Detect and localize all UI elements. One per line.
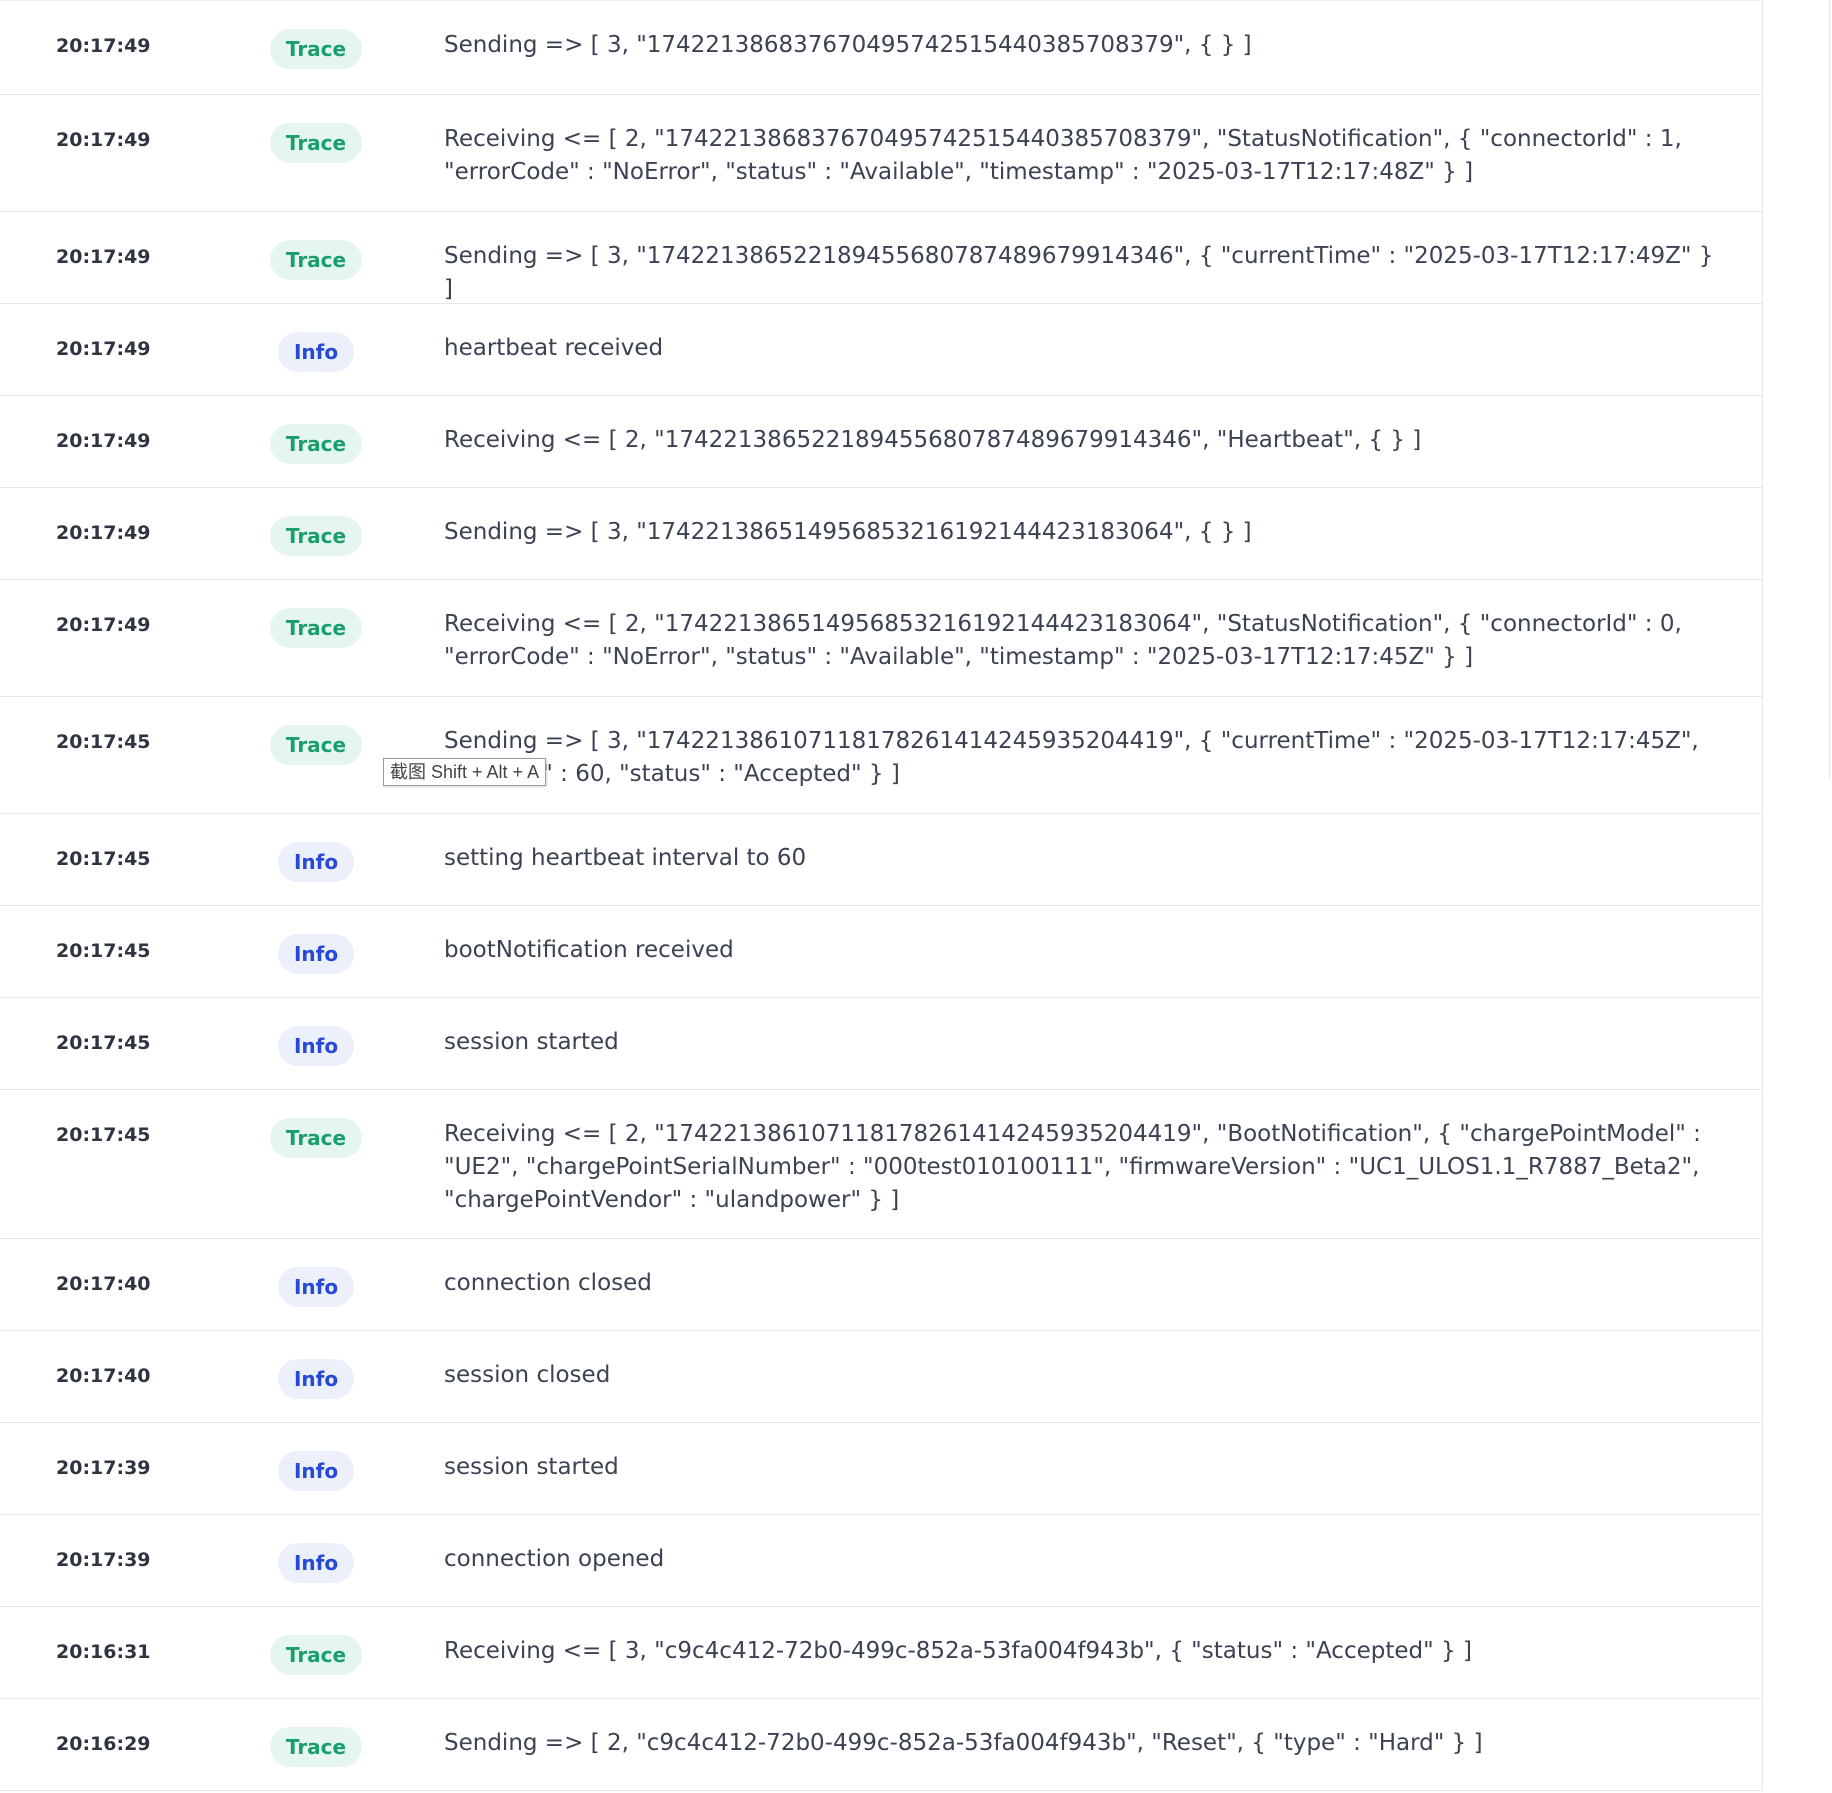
log-row: 20:17:49 Trace Receiving <= [ 2, "17422138… (0, 580, 1762, 697)
log-message: Sending => [ 3, "17422138683767049574251… (444, 32, 1252, 58)
log-message: session closed (444, 1362, 611, 1388)
log-level-badge: Trace (270, 608, 362, 648)
log-message: setting heartbeat interval to 60 (444, 845, 807, 871)
log-message: session started (444, 1454, 619, 1480)
log-row: 20:17:45 Info bootNotification received (0, 906, 1762, 998)
scrollbar-track[interactable] (1829, 0, 1830, 780)
log-row: 20:17:39 Info connection opened (0, 1515, 1762, 1607)
log-message: Receiving <= [ 3, "c9c4c412-72b0-499c-85… (444, 1638, 1472, 1664)
log-level-badge: Trace (270, 516, 362, 556)
log-time: 20:17:49 (56, 35, 151, 57)
log-message: Receiving <= [ 2, "174221386107118178261… (444, 1121, 1701, 1213)
log-time: 20:16:29 (56, 1733, 151, 1755)
log-time: 20:17:40 (56, 1273, 151, 1295)
log-level-badge: Trace (270, 123, 362, 163)
log-time: 20:17:39 (56, 1457, 151, 1479)
log-time: 20:17:45 (56, 848, 151, 870)
log-message: Receiving <= [ 2, "174221386514956853216… (444, 611, 1682, 670)
log-message: Sending => [ 3, "17422138651495685321619… (444, 519, 1252, 545)
log-row: 20:17:49 Trace Sending => [ 3, "1742213868… (0, 1, 1762, 95)
log-time: 20:17:45 (56, 1032, 151, 1054)
log-row: 20:16:29 Trace Sending => [ 2, "c9c4c412-7… (0, 1699, 1762, 1791)
log-message: Sending => [ 3, "17422138652218945568078… (444, 243, 1714, 302)
log-level-badge: Info (278, 1451, 354, 1491)
log-table: 20:17:49 Trace Sending => [ 3, "1742213868… (0, 0, 1763, 1791)
log-level-badge: Trace (270, 725, 362, 765)
log-time: 20:17:49 (56, 430, 151, 452)
log-row: 20:17:49 Info heartbeat received (0, 304, 1762, 396)
log-row: 20:17:40 Info session closed (0, 1331, 1762, 1423)
log-message: bootNotification received (444, 937, 734, 963)
log-time: 20:17:45 (56, 731, 151, 753)
log-level-badge: Trace (270, 240, 362, 280)
log-time: 20:17:49 (56, 338, 151, 360)
log-level-badge: Info (278, 1267, 354, 1307)
log-message: heartbeat received (444, 335, 664, 361)
log-row: 20:17:40 Info connection closed (0, 1239, 1762, 1331)
log-time: 20:17:49 (56, 246, 151, 268)
log-time: 20:17:49 (56, 522, 151, 544)
log-page: 20:17:49 Trace Sending => [ 3, "1742213868… (0, 0, 1832, 1793)
log-level-badge: Trace (270, 1727, 362, 1767)
log-row: 20:17:45 Trace Receiving <= [ 2, "17422138… (0, 1090, 1762, 1239)
log-row: 20:17:49 Trace Receiving <= [ 2, "17422138… (0, 95, 1762, 212)
log-row: 20:17:39 Info session started (0, 1423, 1762, 1515)
log-level-badge: Info (278, 842, 354, 882)
log-time: 20:17:45 (56, 1124, 151, 1146)
log-level-badge: Trace (270, 29, 362, 69)
log-row: 20:17:45 Info session started (0, 998, 1762, 1090)
log-level-badge: Info (278, 934, 354, 974)
log-level-badge: Info (278, 332, 354, 372)
log-message: Sending => [ 3, "17422138610711817826141… (444, 728, 1699, 787)
screenshot-shortcut-tooltip: 截图 Shift + Alt + A (383, 758, 547, 786)
log-time: 20:17:49 (56, 129, 151, 151)
log-message: connection opened (444, 1546, 665, 1572)
log-time: 20:17:45 (56, 940, 151, 962)
log-level-badge: Info (278, 1026, 354, 1066)
log-message: Receiving <= [ 2, "174221386522189455680… (444, 427, 1422, 453)
log-row: 20:17:49 Trace Receiving <= [ 2, "17422138… (0, 396, 1762, 488)
log-message: Sending => [ 2, "c9c4c412-72b0-499c-852a… (444, 1730, 1483, 1756)
log-row: 20:17:45 Info setting heartbeat interval t… (0, 814, 1762, 906)
log-row: 20:16:31 Trace Receiving <= [ 3, "c9c4c412… (0, 1607, 1762, 1699)
log-time: 20:17:39 (56, 1549, 151, 1571)
log-row: 20:17:45 Trace Sending => [ 3, "1742213861… (0, 697, 1762, 814)
log-message: connection closed (444, 1270, 652, 1296)
log-row: 20:17:49 Trace Sending => [ 3, "1742213865… (0, 212, 1762, 304)
log-time: 20:17:49 (56, 614, 151, 636)
log-level-badge: Trace (270, 1118, 362, 1158)
log-time: 20:17:40 (56, 1365, 151, 1387)
log-message: session started (444, 1029, 619, 1055)
log-level-badge: Trace (270, 424, 362, 464)
log-time: 20:16:31 (56, 1641, 151, 1663)
log-level-badge: Info (278, 1359, 354, 1399)
log-message: Receiving <= [ 2, "174221386837670495742… (444, 126, 1682, 185)
log-level-badge: Trace (270, 1635, 362, 1675)
log-level-badge: Info (278, 1543, 354, 1583)
log-row: 20:17:49 Trace Sending => [ 3, "1742213865… (0, 488, 1762, 580)
